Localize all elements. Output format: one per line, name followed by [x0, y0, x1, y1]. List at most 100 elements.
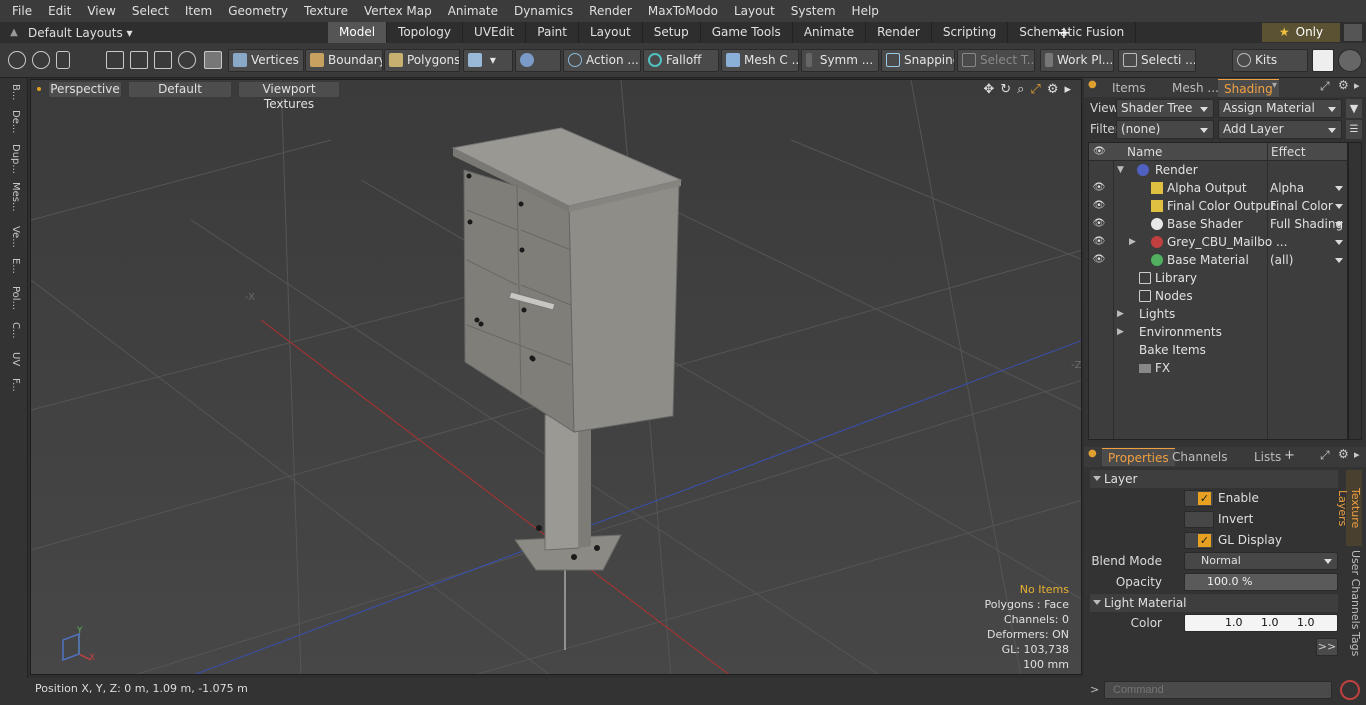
polygons-button[interactable]: Polygons	[384, 49, 460, 72]
menu-texture[interactable]: Texture	[296, 0, 356, 22]
only-button[interactable]: ★ Only	[1262, 23, 1340, 42]
tab-vertex[interactable]: Ve...	[5, 226, 21, 248]
select-circle-icon[interactable]	[8, 51, 26, 69]
select-through-button[interactable]: Select T...	[957, 49, 1035, 72]
command-input[interactable]	[1104, 681, 1332, 699]
record-icon[interactable]	[1340, 680, 1360, 700]
add-tab-button[interactable]: +	[1056, 22, 1072, 43]
selection-sets-button[interactable]: Selecti ...	[1118, 49, 1196, 72]
work-plane-button[interactable]: Work Pl...	[1040, 49, 1114, 72]
maximize-icon[interactable]: ⤢	[1030, 82, 1040, 97]
tab-paint[interactable]: Paint	[526, 22, 579, 43]
menu-select[interactable]: Select	[124, 0, 177, 22]
tree-row-environments[interactable]: ▶ Environments	[1089, 323, 1347, 341]
col-effect[interactable]: Effect	[1271, 143, 1306, 161]
tab-curve[interactable]: C...	[5, 322, 21, 339]
visibility-icon[interactable]: 👁	[1092, 251, 1106, 269]
menu-edit[interactable]: Edit	[40, 0, 79, 22]
opacity-slider[interactable]: 100.0 %	[1184, 573, 1338, 591]
more-button[interactable]: >>	[1316, 638, 1338, 656]
menu-view[interactable]: View	[79, 0, 123, 22]
viewport-textures-button[interactable]: Viewport Textures	[238, 81, 340, 111]
shading-style-button[interactable]: Default	[128, 81, 232, 98]
pen-icon[interactable]	[56, 51, 70, 69]
invert-checkbox[interactable]	[1184, 511, 1214, 528]
action-button[interactable]: Action ...	[563, 49, 641, 72]
tab-properties[interactable]: Properties	[1102, 448, 1175, 466]
panel-gear-icon[interactable]: ⚙	[1338, 447, 1349, 461]
tree-row-base-material[interactable]: 👁 Base Material (all)	[1089, 251, 1347, 269]
tree-effect[interactable]: Final Color	[1270, 197, 1333, 215]
expand-icon[interactable]: ▶	[1129, 233, 1136, 251]
3d-viewport[interactable]: -X -Z Y X Perspective Default Viewport T…	[30, 79, 1082, 675]
tree-row-final-color-output[interactable]: 👁 Final Color Output Final Color	[1089, 197, 1347, 215]
menu-help[interactable]: Help	[844, 0, 887, 22]
undock-icon[interactable]: ⤢	[1320, 79, 1330, 94]
snap-toggle-button[interactable]	[515, 49, 561, 72]
gear-icon[interactable]: ⚙	[1047, 82, 1059, 97]
snapping-button[interactable]: Snapping	[881, 49, 955, 72]
gl-display-checkbox[interactable]: ✓	[1184, 532, 1214, 549]
tree-row-lights[interactable]: ▶ Lights	[1089, 305, 1347, 323]
element-icon[interactable]	[154, 51, 172, 69]
tab-animate[interactable]: Animate	[793, 22, 867, 43]
tab-scripting[interactable]: Scripting	[932, 22, 1009, 43]
visibility-icon[interactable]: 👁	[1092, 233, 1106, 251]
color-g-value[interactable]: 1.0	[1261, 615, 1279, 631]
menu-render[interactable]: Render	[581, 0, 640, 22]
tab-items[interactable]: Items	[1106, 79, 1152, 97]
undock-icon[interactable]: ⤢	[1320, 448, 1330, 463]
tree-scrollbar[interactable]	[1348, 142, 1362, 440]
vertices-button[interactable]: Vertices	[228, 49, 304, 72]
add-layer-select[interactable]: Add Layer	[1218, 120, 1342, 139]
item-mode-icon[interactable]	[204, 51, 222, 69]
tab-game-tools[interactable]: Game Tools	[701, 22, 793, 43]
color-r-value[interactable]: 1.0	[1225, 615, 1243, 631]
tree-row-grey-cbu-mailbox[interactable]: 👁 ▶ Grey_CBU_Mailbo ...	[1089, 233, 1347, 251]
tab-shading[interactable]: Shading	[1218, 79, 1279, 97]
blend-mode-select[interactable]: Normal	[1184, 552, 1338, 570]
tab-basic[interactable]: B...	[5, 84, 21, 100]
pan-icon[interactable]: ✥	[983, 82, 994, 97]
tree-row-base-shader[interactable]: 👁 Base Shader Full Shading	[1089, 215, 1347, 233]
collapse-arrow-icon[interactable]: ▲	[0, 27, 28, 38]
menu-system[interactable]: System	[783, 0, 844, 22]
col-name[interactable]: Name	[1127, 143, 1162, 161]
tab-model[interactable]: Model	[328, 22, 388, 43]
tree-row-alpha-output[interactable]: 👁 Alpha Output Alpha	[1089, 179, 1347, 197]
tab-duplicate[interactable]: Dup...	[5, 144, 21, 174]
tab-uv[interactable]: UV	[5, 352, 21, 366]
panel-gear-icon[interactable]: ⚙	[1338, 78, 1349, 92]
tab-render[interactable]: Render	[866, 22, 932, 43]
tree-row-nodes[interactable]: Nodes	[1089, 287, 1347, 305]
add-tab-icon[interactable]: +	[1284, 448, 1295, 463]
tab-fusion[interactable]: F...	[5, 378, 21, 392]
menu-maxtomodo[interactable]: MaxToModo	[640, 0, 726, 22]
color-field[interactable]: 1.0 1.0 1.0	[1184, 614, 1338, 632]
menu-geometry[interactable]: Geometry	[220, 0, 296, 22]
filter-select[interactable]: (none)	[1116, 120, 1214, 139]
tab-channels[interactable]: Channels	[1166, 448, 1234, 466]
modo-cube-icon[interactable]	[1312, 49, 1334, 72]
tab-user-channels[interactable]: User Channels	[1346, 550, 1362, 630]
tab-deform[interactable]: De...	[5, 110, 21, 133]
enable-checkbox[interactable]: ✓	[1184, 490, 1214, 507]
unreal-icon[interactable]	[1338, 49, 1362, 72]
tree-effect[interactable]: (all)	[1270, 251, 1293, 269]
boundary-button[interactable]: Boundary	[305, 49, 383, 72]
layer-section-header[interactable]: Layer	[1090, 470, 1338, 488]
globe-icon[interactable]	[32, 51, 50, 69]
panel-arrow-icon[interactable]: ▸	[1354, 79, 1360, 92]
tree-row-library[interactable]: Library	[1089, 269, 1347, 287]
tab-dropdown-icon[interactable]: ▾	[1272, 80, 1277, 91]
expand-arrow-icon[interactable]: ▸	[1064, 82, 1071, 97]
tab-texture-layers[interactable]: Texture Layers	[1336, 470, 1362, 546]
tab-tags[interactable]: Tags	[1346, 630, 1362, 658]
zoom-icon[interactable]: ⌕	[1017, 82, 1024, 97]
tree-effect[interactable]: Alpha	[1270, 179, 1304, 197]
viewport-menu-dot[interactable]	[37, 87, 41, 91]
center-icon[interactable]	[130, 51, 148, 69]
tab-uvedit[interactable]: UVEdit	[463, 22, 527, 43]
visibility-icon[interactable]: 👁	[1092, 215, 1106, 233]
symmetry-button[interactable]: Symm ...	[801, 49, 879, 72]
